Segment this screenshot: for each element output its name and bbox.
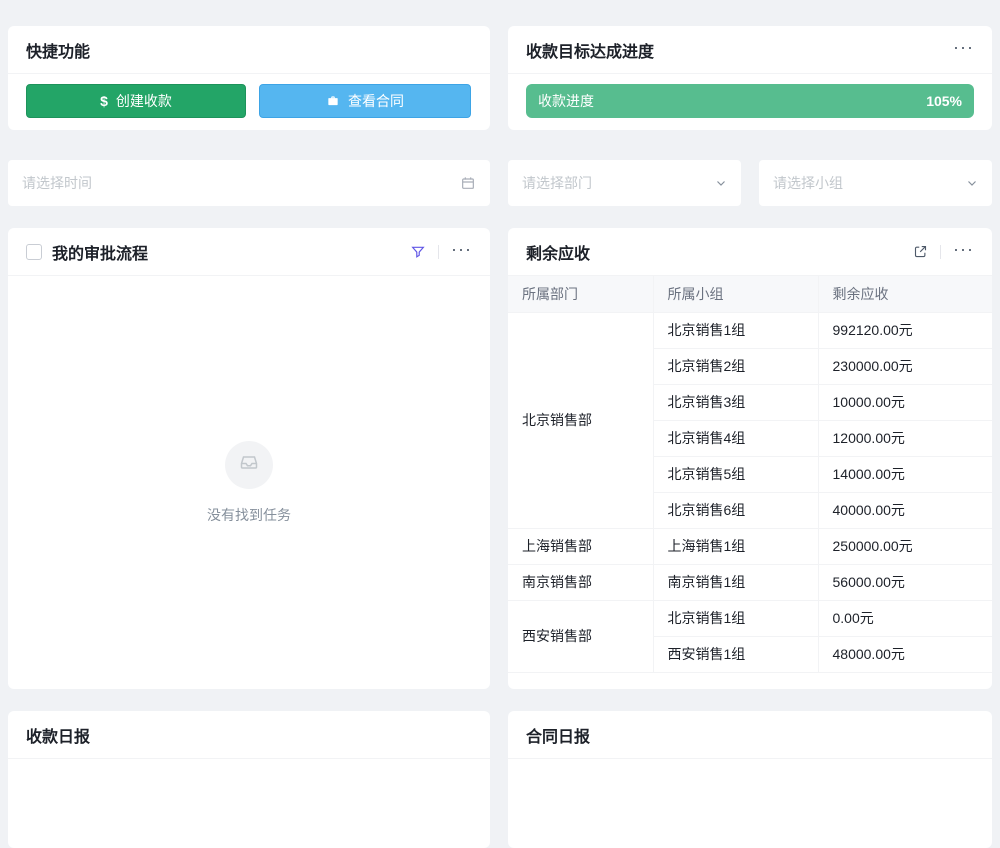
receivables-table-body: 北京销售部北京销售1组992120.00元北京销售2组230000.00元北京销… (508, 312, 992, 672)
briefcase-icon (326, 94, 340, 108)
amount-cell: 250000.00元 (818, 528, 992, 564)
dollar-icon: $ (100, 93, 108, 109)
amount-cell: 230000.00元 (818, 348, 992, 384)
group-cell: 北京销售3组 (653, 384, 818, 420)
chevron-down-icon (966, 177, 978, 189)
filter-icon[interactable] (410, 244, 426, 260)
group-cell: 上海销售1组 (653, 528, 818, 564)
amount-cell: 10000.00元 (818, 384, 992, 420)
more-icon[interactable]: ··· (953, 240, 974, 264)
amount-cell: 56000.00元 (818, 564, 992, 600)
more-icon[interactable]: ··· (953, 38, 974, 62)
amount-cell: 48000.00元 (818, 636, 992, 672)
quick-actions-title: 快捷功能 (26, 38, 90, 62)
column-header-amount: 剩余应收 (818, 276, 992, 312)
department-cell: 西安销售部 (508, 600, 653, 672)
select-all-checkbox[interactable] (26, 244, 42, 260)
approval-flow-card: 我的审批流程 ··· (8, 228, 490, 689)
table-row: 西安销售部北京销售1组0.00元 (508, 600, 992, 636)
empty-state-text: 没有找到任务 (207, 505, 291, 525)
quick-actions-card: 快捷功能 $ 创建收款 查看合同 (8, 26, 490, 130)
amount-cell: 40000.00元 (818, 492, 992, 528)
amount-cell: 992120.00元 (818, 312, 992, 348)
dashboard-page: 快捷功能 $ 创建收款 查看合同 收款目标达成进度 ··· (0, 0, 1000, 848)
department-select[interactable]: 请选择部门 (508, 160, 741, 206)
group-cell: 北京销售4组 (653, 420, 818, 456)
amount-cell: 12000.00元 (818, 420, 992, 456)
divider (940, 245, 941, 259)
more-icon[interactable]: ··· (451, 240, 472, 264)
progress-bar-value: 105% (926, 93, 962, 109)
remaining-receivables-card: 剩余应收 ··· 所属部门 所属小组 剩余应收 (508, 228, 992, 689)
department-cell: 南京销售部 (508, 564, 653, 600)
amount-cell: 0.00元 (818, 600, 992, 636)
payment-daily-report-card: 收款日报 (8, 711, 490, 848)
calendar-icon (460, 175, 476, 191)
table-row: 北京销售部北京销售1组992120.00元 (508, 312, 992, 348)
group-select[interactable]: 请选择小组 (759, 160, 992, 206)
column-header-department: 所属部门 (508, 276, 653, 312)
divider (438, 245, 439, 259)
empty-state-circle (225, 441, 273, 489)
column-header-group: 所属小组 (653, 276, 818, 312)
goal-progress-title: 收款目标达成进度 (526, 38, 654, 62)
payment-daily-report-title: 收款日报 (26, 723, 90, 747)
approval-flow-title: 我的审批流程 (52, 240, 148, 264)
group-cell: 西安销售1组 (653, 636, 818, 672)
group-cell: 北京销售2组 (653, 348, 818, 384)
group-cell: 北京销售5组 (653, 456, 818, 492)
group-select-placeholder: 请选择小组 (773, 173, 843, 193)
department-cell: 上海销售部 (508, 528, 653, 564)
department-cell: 北京销售部 (508, 312, 653, 528)
time-select-placeholder: 请选择时间 (22, 173, 92, 193)
time-select-input[interactable]: 请选择时间 (8, 160, 490, 206)
collection-progress-bar: 收款进度 105% (526, 84, 974, 118)
inbox-icon (237, 450, 261, 479)
table-header-row: 所属部门 所属小组 剩余应收 (508, 276, 992, 312)
group-cell: 北京销售1组 (653, 600, 818, 636)
view-contract-label: 查看合同 (348, 91, 404, 111)
group-cell: 北京销售1组 (653, 312, 818, 348)
progress-bar-label: 收款进度 (538, 91, 594, 111)
group-cell: 北京销售6组 (653, 492, 818, 528)
create-payment-label: 创建收款 (116, 91, 172, 111)
contract-daily-report-title: 合同日报 (526, 723, 590, 747)
receivables-table: 所属部门 所属小组 剩余应收 北京销售部北京销售1组992120.00元北京销售… (508, 276, 992, 673)
goal-progress-card: 收款目标达成进度 ··· 收款进度 105% (508, 26, 992, 130)
receivables-title: 剩余应收 (526, 240, 590, 264)
table-row: 上海销售部上海销售1组250000.00元 (508, 528, 992, 564)
chevron-down-icon (715, 177, 727, 189)
external-link-icon[interactable] (913, 244, 928, 259)
amount-cell: 14000.00元 (818, 456, 992, 492)
view-contract-button[interactable]: 查看合同 (259, 84, 471, 118)
group-cell: 南京销售1组 (653, 564, 818, 600)
contract-daily-report-card: 合同日报 (508, 711, 992, 848)
table-row: 南京销售部南京销售1组56000.00元 (508, 564, 992, 600)
create-payment-button[interactable]: $ 创建收款 (26, 84, 246, 118)
department-select-placeholder: 请选择部门 (522, 173, 592, 193)
